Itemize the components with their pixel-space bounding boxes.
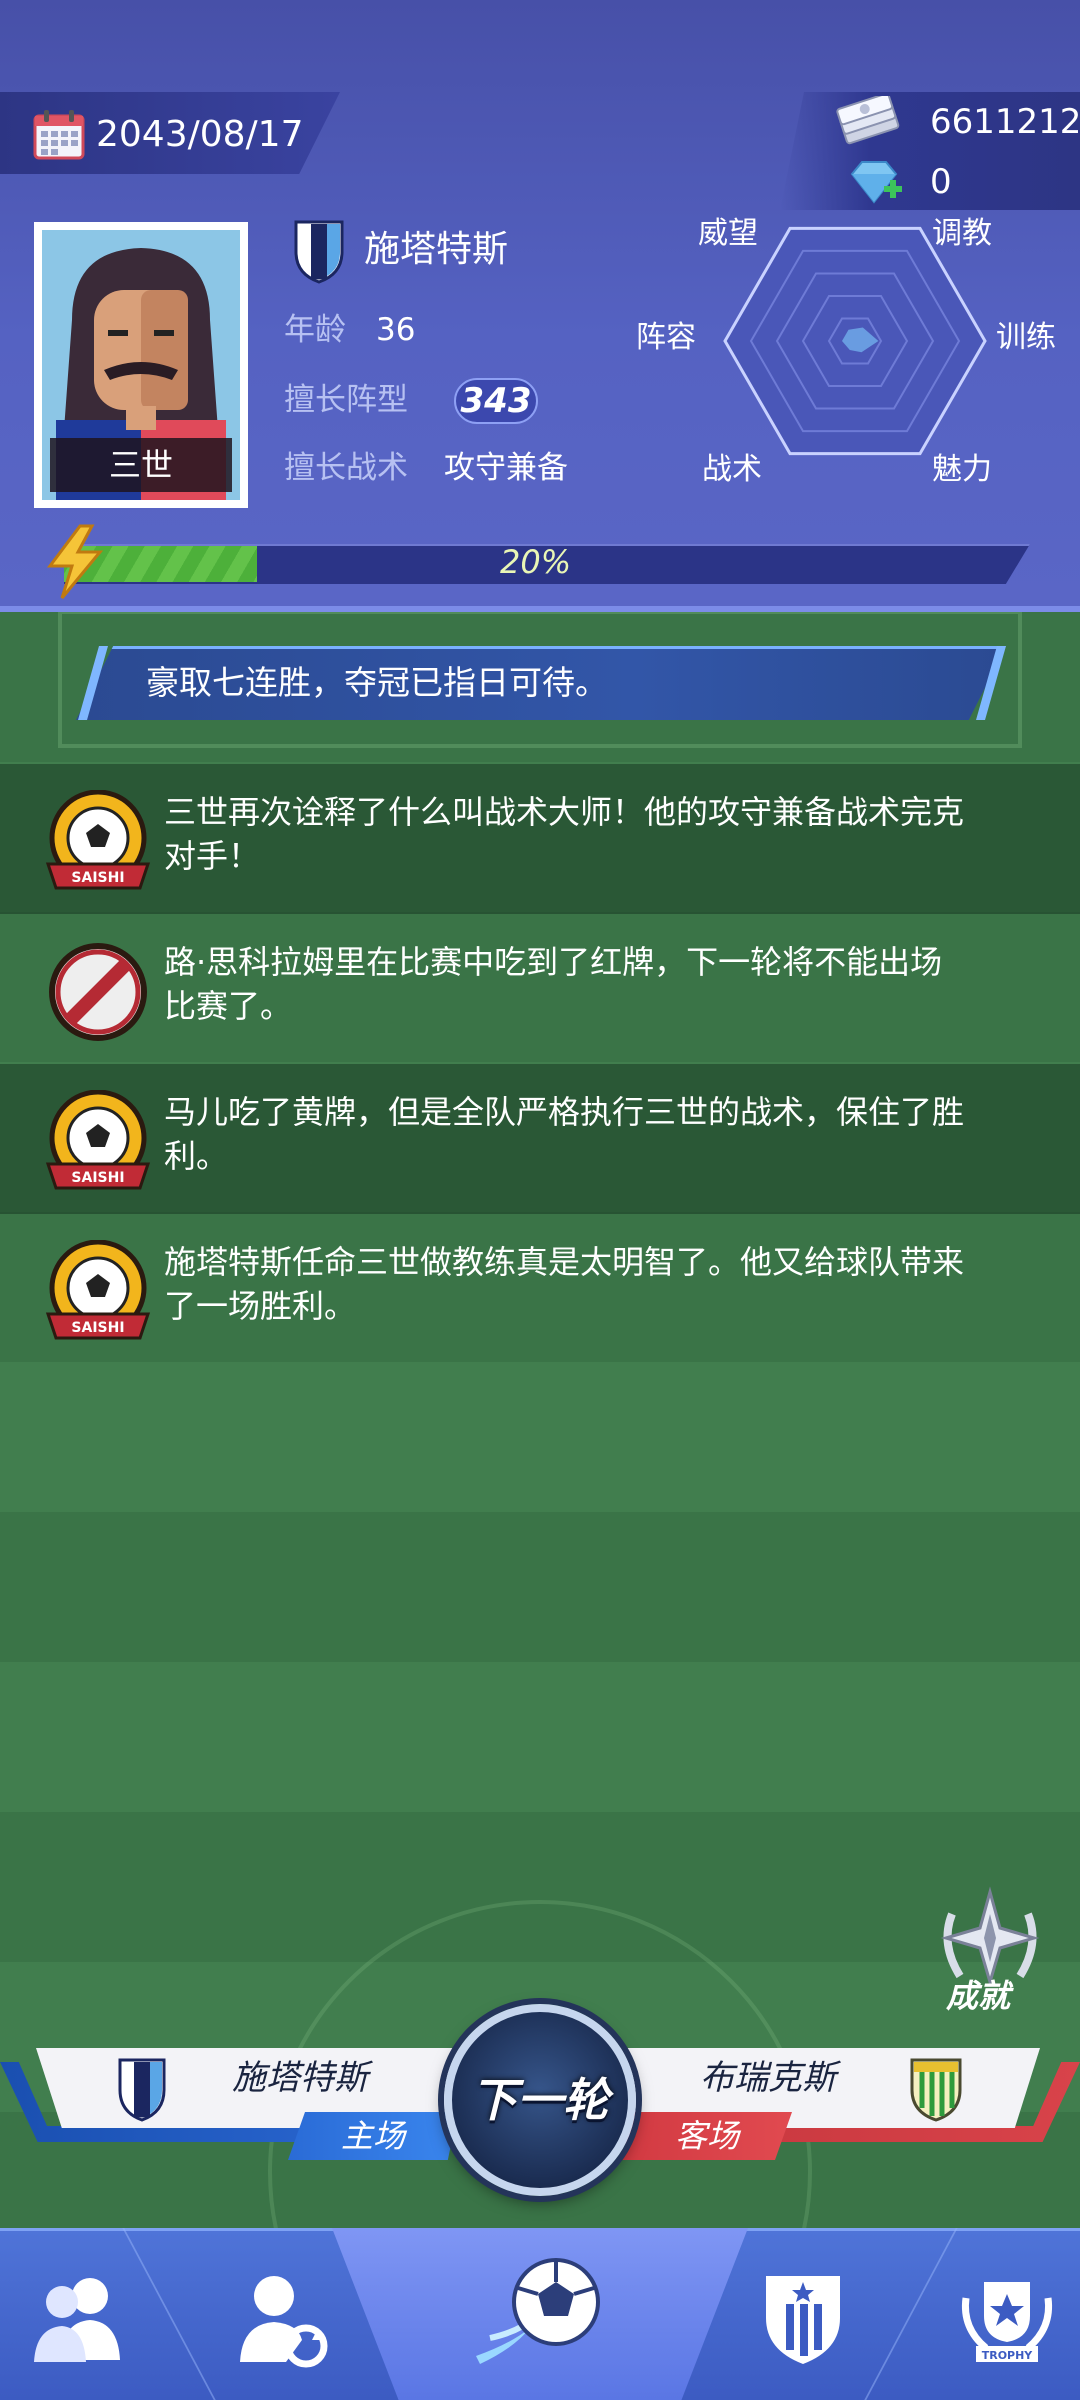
- club-shield-nav-icon[interactable]: [748, 2268, 858, 2368]
- saishi-label: SAISHI: [71, 870, 124, 886]
- radar-label-prestige: 威望: [698, 216, 758, 251]
- tactic-value: 攻守兼备: [444, 450, 568, 486]
- radar-label-charisma: 魅力: [932, 452, 992, 487]
- headline-text: 豪取七连胜，夺冠已指日可待。: [146, 663, 608, 702]
- cash-stack-icon[interactable]: [836, 96, 904, 148]
- achievement-label[interactable]: 成就: [946, 1976, 1010, 2016]
- radar-label-coaching: 调教: [932, 216, 992, 251]
- club-name: 施塔特斯: [364, 229, 509, 270]
- current-date: 2043/08/17: [96, 114, 304, 155]
- club-shield-icon: [294, 220, 344, 284]
- news-text: 马儿吃了黄牌，但是全队严格执行三世的战术，保住了胜利。: [164, 1093, 965, 1175]
- news-item: SAISHI 马儿吃了黄牌，但是全队严格执行三世的战术，保住了胜利。: [0, 1064, 1080, 1214]
- away-club-badge-icon: [910, 2058, 962, 2122]
- news-item: 路·思科拉姆里在比赛中吃到了红牌，下一轮将不能出场比赛了。: [0, 914, 1080, 1064]
- team-players-icon[interactable]: [24, 2268, 134, 2368]
- radar-label-training: 训练: [996, 320, 1056, 355]
- coach-progress-label: 20%: [500, 543, 572, 581]
- away-team-name: 布瑞克斯: [700, 2058, 836, 2098]
- home-tag: 主场: [288, 2112, 458, 2160]
- away-tag: 客场: [622, 2112, 792, 2160]
- gem-amount: 0: [930, 162, 952, 202]
- trophy-label: TROPHY: [982, 2349, 1034, 2362]
- news-text: 施塔特斯任命三世做教练真是太明智了。他又给球队带来了一场胜利。: [164, 1243, 965, 1325]
- next-round-label[interactable]: 下一轮: [444, 2070, 636, 2130]
- age-value: 36: [376, 312, 416, 348]
- soccer-ball-icon[interactable]: [470, 2248, 610, 2368]
- news-item: SAISHI 施塔特斯任命三世做教练真是太明智了。他又给球队带来了一场胜利。: [0, 1214, 1080, 1364]
- news-text: 三世再次诠释了什么叫战术大师！他的攻守兼备战术完克对手！: [164, 793, 965, 875]
- saishi-ball-icon: SAISHI: [45, 790, 151, 890]
- diamond-add-icon[interactable]: [848, 158, 904, 208]
- news-item: SAISHI 三世再次诠释了什么叫战术大师！他的攻守兼备战术完克对手！: [0, 764, 1080, 914]
- coach-name: 三世: [50, 438, 232, 492]
- home-club-badge-icon: [118, 2058, 166, 2122]
- coach-portrait[interactable]: 三世: [34, 222, 248, 508]
- saishi-ball-icon: SAISHI: [45, 1240, 151, 1340]
- radar-label-squad: 阵容: [636, 320, 696, 355]
- saishi-ball-icon: SAISHI: [45, 1090, 151, 1190]
- age-label: 年龄: [284, 312, 346, 348]
- formation-label: 擅长阵型: [284, 382, 408, 418]
- radar-label-tactics: 战术: [702, 452, 762, 487]
- cash-amount: 6611212: [930, 102, 1080, 142]
- red-card-ban-icon: [49, 943, 147, 1041]
- transfer-player-icon[interactable]: [226, 2268, 336, 2368]
- calendar-icon: [33, 110, 85, 160]
- tactic-label: 擅长战术: [284, 450, 408, 486]
- lightning-bolt-icon: [47, 524, 104, 599]
- formation-badge: 343: [454, 378, 538, 424]
- saishi-label: SAISHI: [71, 1320, 124, 1336]
- news-text: 路·思科拉姆里在比赛中吃到了红牌，下一轮将不能出场比赛了。: [164, 943, 943, 1025]
- home-team-name: 施塔特斯: [232, 2058, 368, 2098]
- trophy-icon[interactable]: TROPHY: [952, 2268, 1062, 2368]
- saishi-label: SAISHI: [71, 1170, 124, 1186]
